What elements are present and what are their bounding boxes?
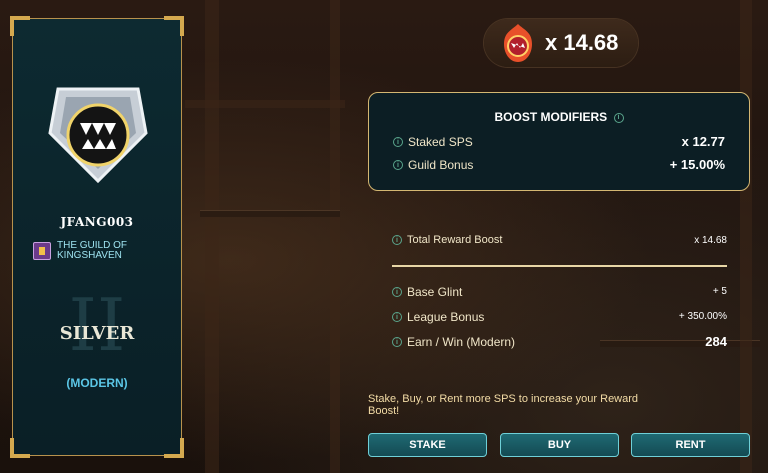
boost-modifiers-title: BOOST MODIFIERS i bbox=[369, 110, 749, 124]
rent-button[interactable]: RENT bbox=[631, 433, 750, 457]
info-icon[interactable]: i bbox=[392, 235, 402, 245]
total-reward-boost-value: x 14.68 bbox=[694, 235, 727, 246]
earn-per-win-row: i Earn / Win (Modern) bbox=[392, 335, 515, 349]
cta-message: Stake, Buy, or Rent more SPS to increase… bbox=[368, 393, 639, 417]
info-icon[interactable]: i bbox=[392, 312, 402, 322]
reward-multiplier-value: x 14.68 bbox=[545, 30, 619, 55]
info-icon[interactable]: i bbox=[392, 287, 402, 297]
panel-corner bbox=[10, 16, 30, 36]
background-beam bbox=[205, 0, 219, 473]
league-format: (MODERN) bbox=[66, 376, 128, 390]
panel-corner bbox=[10, 438, 30, 458]
total-reward-boost-row: i Total Reward Boost bbox=[392, 234, 502, 246]
total-reward-boost-label: Total Reward Boost bbox=[407, 234, 503, 246]
info-icon[interactable]: i bbox=[393, 137, 403, 147]
boost-title-text: BOOST MODIFIERS bbox=[494, 110, 608, 124]
background-beam bbox=[330, 0, 340, 473]
background-beam bbox=[185, 100, 345, 108]
background-shelf bbox=[200, 210, 340, 217]
league-bonus-label: League Bonus bbox=[407, 310, 485, 324]
base-glint-label: Base Glint bbox=[407, 285, 463, 299]
earn-per-win-label: Earn / Win (Modern) bbox=[407, 335, 516, 349]
panel-corner bbox=[164, 438, 184, 458]
boost-row-staked-sps: i Staked SPS bbox=[393, 135, 473, 149]
base-glint-row: i Base Glint bbox=[392, 285, 462, 299]
panel-corner bbox=[164, 16, 184, 36]
section-divider bbox=[392, 265, 727, 267]
info-icon[interactable]: i bbox=[613, 112, 624, 123]
guild-link[interactable]: THE GUILD OF KINGSHAVEN bbox=[33, 241, 157, 261]
info-icon[interactable]: i bbox=[392, 337, 402, 347]
background-beam bbox=[740, 0, 752, 473]
boost-modifiers-panel: BOOST MODIFIERS i i Staked SPS x 12.77 i… bbox=[368, 92, 750, 191]
boost-row-value: x 12.77 bbox=[681, 134, 725, 149]
info-icon[interactable]: i bbox=[393, 160, 403, 170]
profile-panel: JFANG003 THE GUILD OF KINGSHAVEN II SILV… bbox=[10, 16, 184, 458]
glint-icon bbox=[504, 24, 532, 62]
guild-name: THE GUILD OF KINGSHAVEN bbox=[57, 240, 128, 261]
boost-row-value: + 15.00% bbox=[669, 157, 725, 172]
stake-button[interactable]: STAKE bbox=[368, 433, 487, 457]
league-bonus-row: i League Bonus bbox=[392, 310, 484, 324]
player-name: JFANG003 bbox=[60, 215, 134, 229]
league-bonus-value: + 350.00% bbox=[678, 311, 727, 322]
guild-crest-icon bbox=[48, 87, 148, 184]
buy-button[interactable]: BUY bbox=[500, 433, 619, 457]
boost-row-label: Staked SPS bbox=[408, 135, 473, 149]
league-name: SILVER bbox=[59, 323, 135, 344]
boost-row-guild-bonus: i Guild Bonus bbox=[393, 158, 473, 172]
base-glint-value: + 5 bbox=[712, 286, 727, 297]
guild-banner-icon bbox=[33, 242, 51, 260]
background-shelf bbox=[600, 340, 760, 347]
earn-per-win-value: 284 bbox=[705, 334, 727, 349]
boost-row-label: Guild Bonus bbox=[408, 158, 474, 172]
